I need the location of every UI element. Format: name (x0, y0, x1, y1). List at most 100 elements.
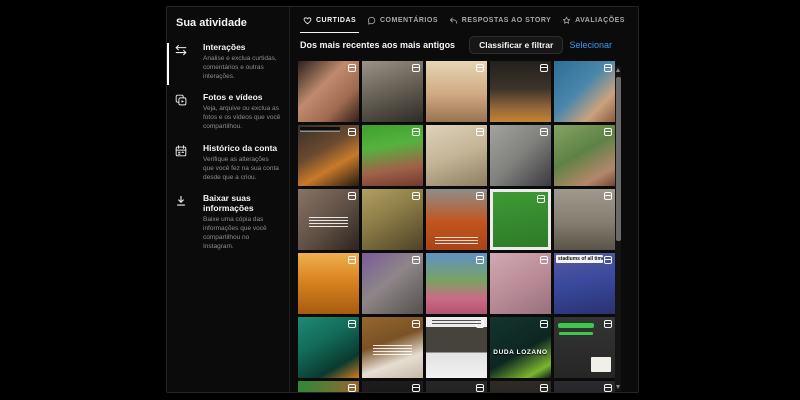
sidebar-item-historico[interactable]: Histórico da conta Verifique as alteraçõ… (174, 143, 281, 182)
reel-icon (412, 192, 420, 200)
sidebar-item-desc: Baixe uma cópia das informações que você… (203, 215, 281, 251)
aussie-dog-reel[interactable] (362, 189, 423, 250)
meme-post-reel[interactable] (426, 317, 487, 378)
green-bucket-hat-reel[interactable] (362, 125, 423, 186)
tattoo-arm-reel[interactable] (298, 61, 359, 122)
doorway-white-shirt-reel[interactable] (362, 317, 423, 378)
tab-respostas-ao-story[interactable]: RESPOSTAS AO STORY (449, 7, 552, 33)
sidebar-item-desc: Analise e exclua curtidas, comentários e… (203, 54, 281, 81)
reel-icon (476, 384, 484, 392)
tab-comentarios[interactable]: COMENTÁRIOS (367, 7, 438, 33)
soccer-field-post[interactable] (490, 189, 551, 250)
night-caption-reel[interactable] (362, 381, 423, 392)
reel-icon (348, 320, 356, 328)
heart-icon (303, 16, 312, 25)
reel-icon (476, 192, 484, 200)
cooking-pot-reel[interactable] (490, 61, 551, 122)
white-dog-reel[interactable] (426, 125, 487, 186)
sidebar-item-interacoes[interactable]: Interações Analise e exclua curtidas, co… (174, 42, 281, 81)
crowd-elder-reel[interactable] (362, 253, 423, 314)
tab-label: COMENTÁRIOS (380, 17, 438, 24)
story-reply-icon (449, 16, 458, 25)
tabs-bar: CURTIDAS COMENTÁRIOS RESPOSTAS AO STORY (290, 7, 638, 33)
reel-icon (348, 256, 356, 264)
reel-icon (537, 195, 545, 203)
garage-guitarist-reel[interactable] (362, 61, 423, 122)
chat-screenshot-reel[interactable] (554, 317, 615, 378)
reel-icon (604, 192, 612, 200)
sidebar-item-label: Fotos e vídeos (203, 92, 281, 102)
reel-icon (540, 384, 548, 392)
sort-toolbar: Dos mais recentes aos mais antigos Class… (290, 33, 638, 57)
activity-window: Sua atividade Interações Analise e exclu… (166, 6, 639, 393)
sidebar-item-label: Baixar suas informações (203, 193, 281, 213)
car-woman-reel[interactable] (298, 189, 359, 250)
classify-filter-button[interactable]: Classificar e filtrar (469, 36, 563, 54)
tab-label: RESPOSTAS AO STORY (462, 17, 552, 24)
reel-icon (540, 64, 548, 72)
sidebar-item-label: Interações (203, 42, 281, 52)
outdoor-sunglasses-reel[interactable] (554, 125, 615, 186)
sidebar-item-desc: Verifique as alterações que você fez na … (203, 155, 281, 182)
content-panel: CURTIDAS COMENTÁRIOS RESPOSTAS AO STORY (290, 7, 638, 392)
garage-pointing-reel[interactable] (490, 125, 551, 186)
media-grid-viewport: stadiums of all time DUDA LOZANO (290, 61, 638, 392)
comment-icon (367, 16, 376, 25)
sidebar-item-desc: Veja, arquive ou exclua as fotos e os ví… (203, 104, 281, 131)
select-link[interactable]: Selecionar (569, 40, 612, 50)
diner-group-reel[interactable] (298, 125, 359, 186)
sort-order-label: Dos mais recentes aos mais antigos (300, 40, 455, 50)
grid-scrollbar[interactable] (615, 66, 621, 391)
beach-reel[interactable] (426, 61, 487, 122)
tab-label: AVALIAÇÕES (575, 17, 625, 24)
reel-icon (412, 384, 420, 392)
sidebar: Sua atividade Interações Analise e exclu… (167, 7, 290, 392)
stadium-jersey-reel[interactable]: stadiums of all time (554, 253, 615, 314)
sidebar-item-baixar-informacoes[interactable]: Baixar suas informações Baixe uma cópia … (174, 193, 281, 251)
dark-reel-2[interactable] (490, 381, 551, 392)
pink-blur-reel[interactable] (490, 253, 551, 314)
transfer-arrows-icon (174, 42, 189, 81)
tab-avaliacoes[interactable]: AVALIAÇÕES (562, 7, 625, 33)
reel-icon (476, 256, 484, 264)
orange-shirt-reel[interactable] (426, 189, 487, 250)
reel-icon (348, 128, 356, 136)
duda-lozano-reel[interactable]: DUDA LOZANO (490, 317, 551, 378)
reel-icon (476, 128, 484, 136)
tab-curtidas[interactable]: CURTIDAS (303, 7, 356, 33)
scroll-up-arrow-icon[interactable] (615, 66, 621, 74)
dark-reel-1[interactable] (426, 381, 487, 392)
reel-icon (540, 320, 548, 328)
scroll-down-arrow-icon[interactable] (615, 383, 621, 391)
iced-drink-reel[interactable] (298, 253, 359, 314)
blue-selfie-reel[interactable] (554, 61, 615, 122)
tab-label: CURTIDAS (316, 17, 356, 24)
reel-icon (540, 128, 548, 136)
reel-icon (412, 128, 420, 136)
sidebar-item-fotos-videos[interactable]: Fotos e vídeos Veja, arquive ou exclua a… (174, 92, 281, 131)
calendar-icon (174, 143, 189, 182)
skeleton-king-reel[interactable] (298, 317, 359, 378)
sidebar-title: Sua atividade (176, 17, 281, 29)
download-icon (174, 193, 189, 251)
media-grid: stadiums of all time DUDA LOZANO (298, 61, 615, 392)
photos-videos-icon (174, 92, 189, 131)
field-pink-shirt-reel[interactable] (426, 253, 487, 314)
reel-icon (476, 320, 484, 328)
parrot-reel[interactable] (298, 381, 359, 392)
reel-icon (604, 128, 612, 136)
chat-image-shape (591, 357, 611, 372)
dark-reel-3[interactable] (554, 381, 615, 392)
reel-icon (476, 64, 484, 72)
street-monkey-reel[interactable] (554, 189, 615, 250)
reel-icon (604, 64, 612, 72)
reel-icon (412, 256, 420, 264)
reel-icon (604, 320, 612, 328)
scrollbar-thumb[interactable] (616, 77, 621, 241)
sidebar-item-label: Histórico da conta (203, 143, 281, 153)
ratings-icon (562, 16, 571, 25)
cell-caption: DUDA LOZANO (490, 349, 551, 356)
reel-icon (348, 192, 356, 200)
reel-icon (540, 256, 548, 264)
reel-icon (604, 256, 612, 264)
